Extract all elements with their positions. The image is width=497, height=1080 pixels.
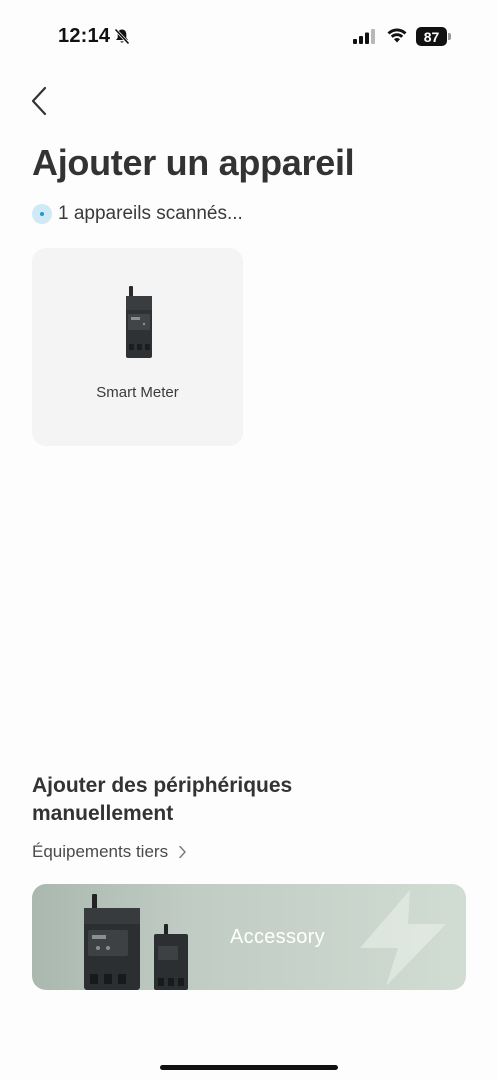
scan-status-text: 1 appareils scannés... [58,203,243,224]
chevron-left-icon[interactable] [28,84,52,118]
cellular-signal-icon [353,29,375,44]
battery-icon: 87 [416,27,452,46]
chevron-right-icon [179,845,186,859]
accessory-banner[interactable]: Accessory [32,884,466,990]
wifi-icon [387,28,407,43]
page-title: Ajouter un appareil [32,142,355,183]
third-party-equipment-link[interactable]: Équipements tiers [32,840,187,864]
bell-slash-icon [114,28,130,45]
scanning-icon [32,204,52,224]
accessory-device-large-icon [84,894,140,990]
smart-meter-icon [126,286,152,358]
scan-status: 1 appareils scannés... [32,202,243,226]
accessory-device-small-icon [154,924,188,990]
third-party-label: Équipements tiers [32,842,169,861]
lightning-watermark-icon [360,890,446,986]
battery-cap [448,33,451,40]
home-indicator [160,1065,338,1070]
battery-level: 87 [416,27,447,46]
accessory-banner-label: Accessory [230,926,325,948]
device-card-smart-meter[interactable]: Smart Meter [32,248,243,446]
status-bar: 12:14 87 [0,0,497,72]
manual-add-title: Ajouter des périphériques manuellement [32,774,293,825]
device-name: Smart Meter [96,384,179,401]
status-time: 12:14 [58,25,111,47]
